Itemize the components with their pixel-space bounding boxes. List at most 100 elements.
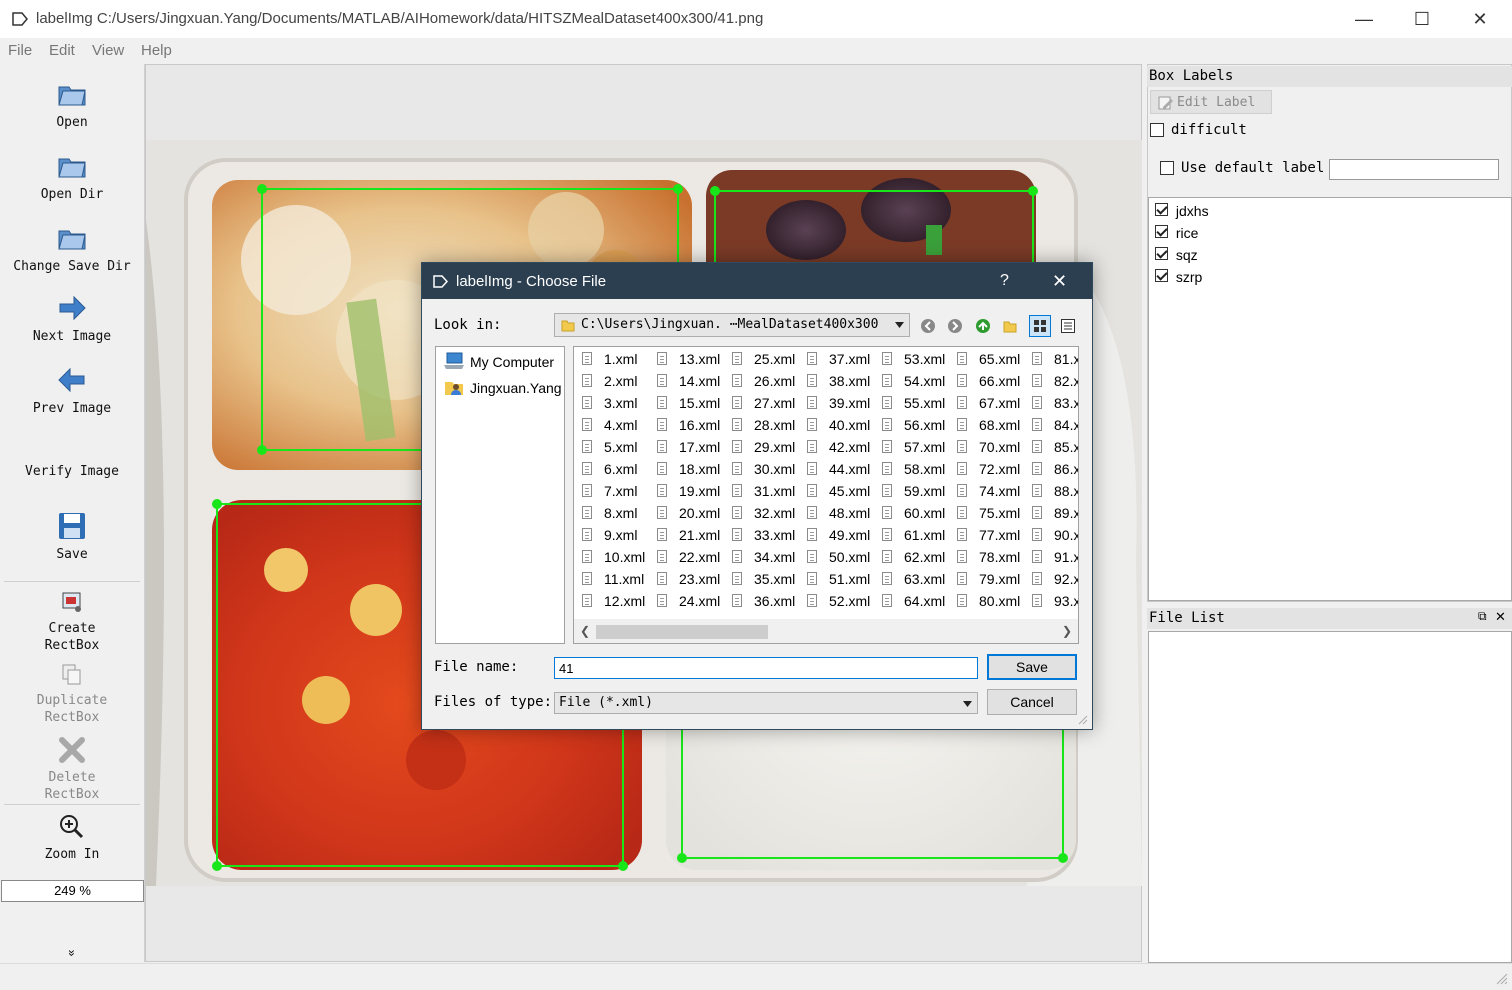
label-checkbox[interactable]	[1155, 247, 1168, 260]
file-item[interactable]: 55.xml	[874, 392, 945, 414]
file-item[interactable]: 78.xml	[949, 546, 1020, 568]
toolbar-extension-button[interactable]: »	[65, 945, 79, 961]
file-item[interactable]: 86.x	[1024, 458, 1078, 480]
duplicate-rectbox-button[interactable]: Duplicate RectBox	[0, 662, 144, 726]
file-item[interactable]: 1.xml	[574, 348, 645, 370]
close-window-button[interactable]: ✕	[1451, 0, 1509, 38]
file-item[interactable]: 48.xml	[799, 502, 870, 524]
next-image-button[interactable]: Next Image	[0, 292, 144, 345]
files-of-type-combobox[interactable]: File (*.xml)	[554, 692, 978, 714]
menu-file[interactable]: File	[8, 42, 32, 59]
file-item[interactable]: 37.xml	[799, 348, 870, 370]
scroll-left-icon[interactable]: ❮	[580, 624, 590, 638]
file-item[interactable]: 82.x	[1024, 370, 1078, 392]
file-item[interactable]: 39.xml	[799, 392, 870, 414]
file-item[interactable]: 61.xml	[874, 524, 945, 546]
file-item[interactable]: 83.x	[1024, 392, 1078, 414]
look-in-combobox[interactable]: C:\Users\Jingxuan. ⋯MealDataset400x300	[554, 313, 910, 337]
file-item[interactable]: 36.xml	[724, 590, 795, 612]
file-item[interactable]: 20.xml	[649, 502, 720, 524]
new-folder-button[interactable]	[999, 315, 1021, 337]
file-item[interactable]: 24.xml	[649, 590, 720, 612]
file-item[interactable]: 56.xml	[874, 414, 945, 436]
file-item[interactable]: 26.xml	[724, 370, 795, 392]
menu-edit[interactable]: Edit	[49, 42, 75, 59]
file-item[interactable]: 72.xml	[949, 458, 1020, 480]
file-item[interactable]: 93.x	[1024, 590, 1078, 612]
label-checkbox[interactable]	[1155, 225, 1168, 238]
maximize-button[interactable]: ☐	[1393, 0, 1451, 38]
file-item[interactable]: 28.xml	[724, 414, 795, 436]
file-item[interactable]: 5.xml	[574, 436, 645, 458]
file-item[interactable]: 66.xml	[949, 370, 1020, 392]
label-checkbox[interactable]	[1155, 203, 1168, 216]
file-item[interactable]: 65.xml	[949, 348, 1020, 370]
label-item-sqz[interactable]: sqz	[1155, 247, 1198, 263]
file-item[interactable]: 32.xml	[724, 502, 795, 524]
file-item[interactable]: 50.xml	[799, 546, 870, 568]
file-item[interactable]: 68.xml	[949, 414, 1020, 436]
file-item[interactable]: 16.xml	[649, 414, 720, 436]
minimize-button[interactable]: —	[1335, 0, 1393, 38]
use-default-label-checkbox[interactable]	[1160, 161, 1174, 178]
forward-button[interactable]	[944, 315, 966, 337]
file-item[interactable]: 54.xml	[874, 370, 945, 392]
file-item[interactable]: 12.xml	[574, 590, 645, 612]
list-view-button[interactable]	[1029, 315, 1051, 337]
file-item[interactable]: 4.xml	[574, 414, 645, 436]
file-item[interactable]: 25.xml	[724, 348, 795, 370]
delete-rectbox-button[interactable]: Delete RectBox	[0, 735, 144, 803]
file-item[interactable]: 51.xml	[799, 568, 870, 590]
file-item[interactable]: 8.xml	[574, 502, 645, 524]
file-item[interactable]: 35.xml	[724, 568, 795, 590]
place-my-computer[interactable]: My Computer	[444, 352, 554, 370]
file-item[interactable]: 6.xml	[574, 458, 645, 480]
file-item[interactable]: 52.xml	[799, 590, 870, 612]
file-item[interactable]: 33.xml	[724, 524, 795, 546]
label-list[interactable]: jdxhs rice sqz szrp	[1148, 197, 1512, 601]
change-save-dir-button[interactable]: Change Save Dir	[0, 222, 144, 275]
file-item[interactable]: 13.xml	[649, 348, 720, 370]
file-item[interactable]: 23.xml	[649, 568, 720, 590]
file-item[interactable]: 64.xml	[874, 590, 945, 612]
file-item[interactable]: 18.xml	[649, 458, 720, 480]
file-item[interactable]: 40.xml	[799, 414, 870, 436]
file-item[interactable]: 17.xml	[649, 436, 720, 458]
file-item[interactable]: 90.x	[1024, 524, 1078, 546]
file-item[interactable]: 9.xml	[574, 524, 645, 546]
dialog-close-button[interactable]: ✕	[1052, 271, 1067, 292]
file-name-input[interactable]	[554, 657, 978, 679]
file-item[interactable]: 53.xml	[874, 348, 945, 370]
dialog-help-button[interactable]: ?	[1000, 272, 1009, 290]
zoom-in-button[interactable]: Zoom In	[0, 812, 144, 863]
file-item[interactable]: 10.xml	[574, 546, 645, 568]
menu-help[interactable]: Help	[141, 42, 172, 59]
scroll-right-icon[interactable]: ❯	[1062, 624, 1072, 638]
resize-grip-icon[interactable]	[1078, 715, 1088, 725]
file-item[interactable]: 92.x	[1024, 568, 1078, 590]
label-item-szrp[interactable]: szrp	[1155, 269, 1202, 285]
menu-view[interactable]: View	[92, 42, 124, 59]
prev-image-button[interactable]: Prev Image	[0, 364, 144, 417]
create-rectbox-button[interactable]: Create RectBox	[0, 590, 144, 654]
difficult-checkbox[interactable]	[1150, 123, 1164, 140]
file-item[interactable]: 60.xml	[874, 502, 945, 524]
file-item[interactable]: 63.xml	[874, 568, 945, 590]
file-item[interactable]: 89.x	[1024, 502, 1078, 524]
file-item[interactable]: 44.xml	[799, 458, 870, 480]
close-dock-icon[interactable]: ✕	[1495, 609, 1506, 625]
dialog-save-button[interactable]: Save	[987, 654, 1077, 680]
file-list[interactable]	[1148, 631, 1512, 963]
scrollbar-thumb[interactable]	[596, 625, 768, 639]
file-item[interactable]: 42.xml	[799, 436, 870, 458]
file-item[interactable]: 75.xml	[949, 502, 1020, 524]
file-item[interactable]: 58.xml	[874, 458, 945, 480]
file-item[interactable]: 88.x	[1024, 480, 1078, 502]
file-item[interactable]: 59.xml	[874, 480, 945, 502]
file-item[interactable]: 38.xml	[799, 370, 870, 392]
file-item[interactable]: 3.xml	[574, 392, 645, 414]
file-item[interactable]: 2.xml	[574, 370, 645, 392]
open-dir-button[interactable]: Open Dir	[0, 150, 144, 203]
file-item[interactable]: 62.xml	[874, 546, 945, 568]
file-item[interactable]: 27.xml	[724, 392, 795, 414]
